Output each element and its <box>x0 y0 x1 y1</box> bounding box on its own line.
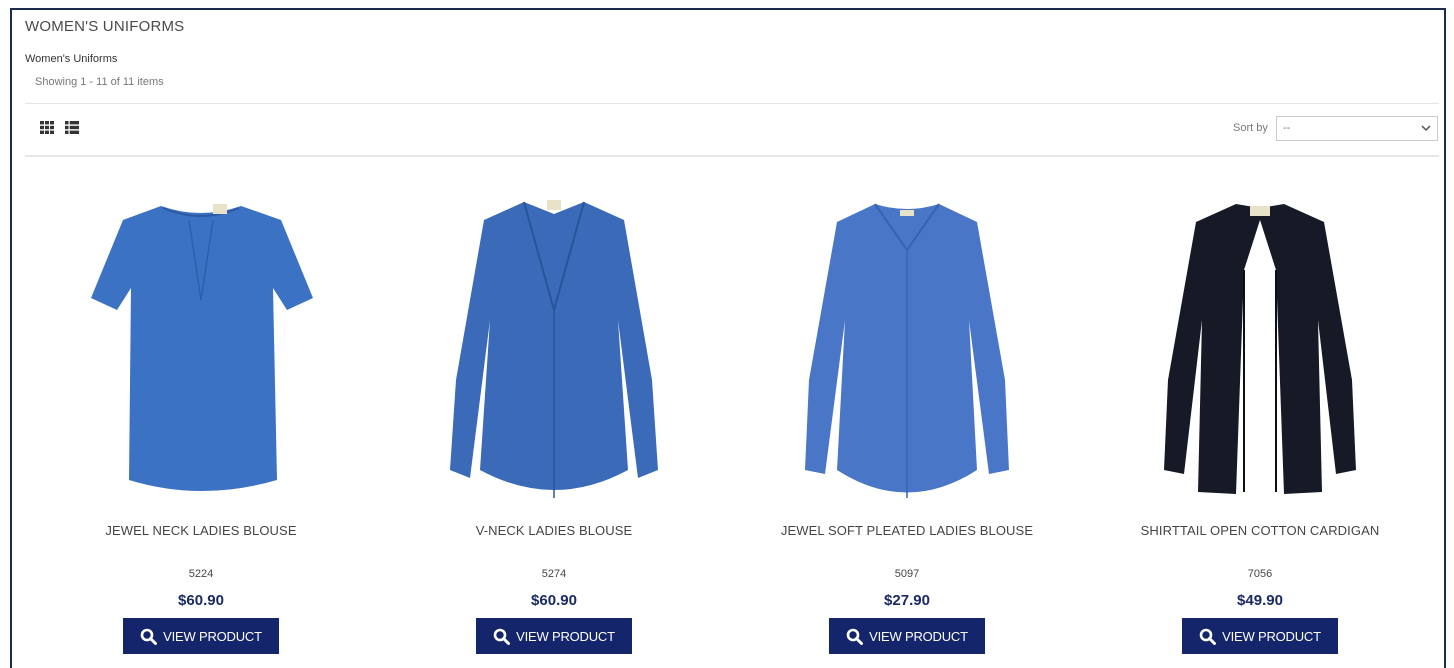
sort-select[interactable]: -- <box>1276 116 1438 141</box>
view-product-label: VIEW PRODUCT <box>869 628 968 644</box>
search-icon <box>140 628 158 645</box>
product-sku: 5097 <box>894 568 920 580</box>
view-product-label: VIEW PRODUCT <box>1222 628 1321 644</box>
view-toggle <box>40 121 79 134</box>
product-price: $60.90 <box>178 592 224 609</box>
view-product-button[interactable]: VIEW PRODUCT <box>1182 618 1338 654</box>
blouse-image <box>91 204 313 491</box>
breadcrumb[interactable]: Women's Uniforms <box>25 53 117 65</box>
product-sku: 5274 <box>541 568 567 580</box>
grid-view-icon[interactable] <box>40 121 54 134</box>
product-price: $49.90 <box>1237 592 1283 609</box>
page-frame: WOMEN'S UNIFORMS Women's Uniforms Showin… <box>10 8 1446 668</box>
product-name[interactable]: JEWEL SOFT PLEATED LADIES BLOUSE <box>757 523 1057 538</box>
product-name[interactable]: V-NECK LADIES BLOUSE <box>404 523 704 538</box>
product-image[interactable] <box>757 180 1057 510</box>
product-price: $60.90 <box>531 592 577 609</box>
divider <box>25 155 1439 157</box>
view-product-button[interactable]: VIEW PRODUCT <box>829 618 985 654</box>
chevron-down-icon <box>1421 125 1431 132</box>
product-price: $27.90 <box>884 592 930 609</box>
search-icon <box>493 628 511 645</box>
sort-select-value: -- <box>1283 122 1291 134</box>
view-product-button[interactable]: VIEW PRODUCT <box>476 618 632 654</box>
items-count: Showing 1 - 11 of 11 items <box>35 76 164 88</box>
product-image[interactable] <box>51 180 351 510</box>
product-image[interactable] <box>1110 180 1410 510</box>
search-icon <box>846 628 864 645</box>
list-view-icon[interactable] <box>65 121 79 134</box>
view-product-label: VIEW PRODUCT <box>516 628 615 644</box>
product-card: V-NECK LADIES BLOUSE 5274 $60.90 VIEW PR… <box>404 180 704 654</box>
product-sku: 7056 <box>1247 568 1273 580</box>
product-card: JEWEL SOFT PLEATED LADIES BLOUSE 5097 $2… <box>757 180 1057 654</box>
divider <box>25 103 1439 104</box>
product-card: SHIRTTAIL OPEN COTTON CARDIGAN 7056 $49.… <box>1110 180 1410 654</box>
cardigan-image <box>1164 204 1356 494</box>
product-name[interactable]: JEWEL NECK LADIES BLOUSE <box>51 523 351 538</box>
search-icon <box>1199 628 1217 645</box>
product-name[interactable]: SHIRTTAIL OPEN COTTON CARDIGAN <box>1110 523 1410 538</box>
product-sku: 5224 <box>188 568 214 580</box>
blouse-image <box>450 200 658 498</box>
sort-label: Sort by <box>1233 122 1268 134</box>
view-product-button[interactable]: VIEW PRODUCT <box>123 618 279 654</box>
product-card: JEWEL NECK LADIES BLOUSE 5224 $60.90 VIE… <box>51 180 351 654</box>
view-product-label: VIEW PRODUCT <box>163 628 262 644</box>
product-image[interactable] <box>404 180 704 510</box>
blouse-image <box>805 203 1009 498</box>
page-title: WOMEN'S UNIFORMS <box>25 18 185 35</box>
